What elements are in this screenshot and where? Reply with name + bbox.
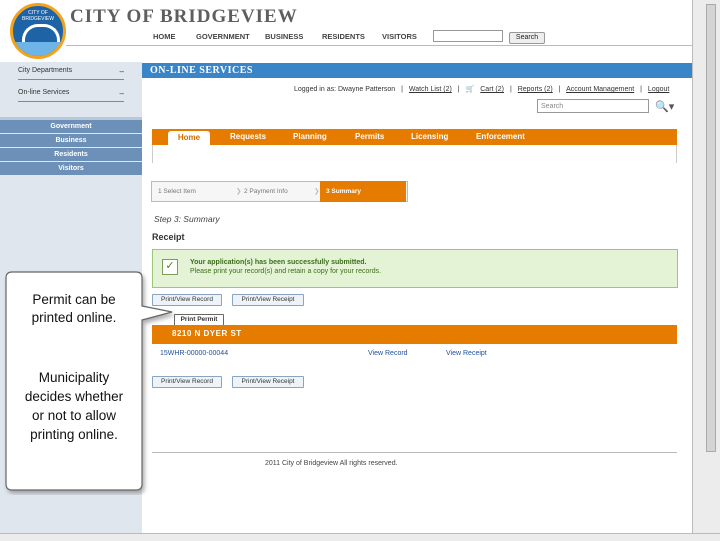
online-services-dropdown[interactable]: On-line Services –	[18, 89, 124, 102]
step-heading: Step 3: Summary	[154, 214, 220, 224]
tab-enforcement[interactable]: Enforcement	[476, 129, 525, 145]
nav-government[interactable]: GOVERNMENT	[196, 32, 250, 41]
tab-licensing[interactable]: Licensing	[411, 129, 448, 145]
footer-copyright: 2011 City of Bridgeview All rights reser…	[265, 460, 398, 467]
scrollbar-thumb[interactable]	[706, 4, 716, 452]
print-view-receipt-button[interactable]: Print/View Receipt	[232, 294, 304, 306]
logout-link[interactable]: Logout	[648, 86, 669, 93]
content-border-right	[676, 145, 677, 163]
cart-link[interactable]: Cart (2)	[480, 86, 504, 93]
record-address: 8210 N DYER ST	[172, 329, 242, 338]
reports-link[interactable]: Reports (2)	[518, 86, 553, 93]
seal-lettering: CITY OF BRIDGEVIEW	[22, 10, 54, 22]
online-services-title: ON-LINE SERVICES	[150, 65, 253, 76]
footer-divider	[152, 452, 677, 453]
step-arrow: ❯	[236, 188, 242, 195]
view-record-link[interactable]: View Record	[368, 350, 408, 357]
nav-home[interactable]: HOME	[153, 32, 176, 41]
sidebar-item-visitors[interactable]: Visitors	[0, 162, 142, 176]
user-bar: Logged in as: Dwayne Patterson | Watch L…	[294, 86, 670, 93]
success-message-detail: Please print your record(s) and retain a…	[190, 268, 382, 275]
top-navigation: HOME GOVERNMENT BUSINESS RESIDENTS VISIT…	[68, 32, 692, 44]
step-arrow: ❯	[314, 188, 320, 195]
step-summary: 3 Summary	[320, 181, 406, 202]
tab-permits[interactable]: Permits	[355, 129, 384, 145]
receipt-heading: Receipt	[152, 232, 185, 242]
header-search-button[interactable]: Search	[509, 32, 545, 44]
services-tab-bar: Requests Planning Permits Licensing Enfo…	[152, 129, 677, 145]
sidebar-item-residents[interactable]: Residents	[0, 148, 142, 162]
nav-divider	[66, 45, 692, 46]
callout-text-municipality: Municipality decides whether or not to a…	[24, 370, 124, 442]
tab-home[interactable]: Home	[168, 131, 210, 145]
success-message-title: Your application(s) has been successfull…	[190, 259, 367, 266]
city-departments-dropdown[interactable]: City Departments –	[18, 67, 124, 80]
nav-residents[interactable]: RESIDENTS	[322, 32, 365, 41]
dropdown-label: On-line Services	[18, 89, 70, 96]
city-title: CITY OF BRIDGEVIEW	[70, 6, 298, 27]
sidebar-item-government[interactable]: Government	[0, 120, 142, 134]
step-select-item: 1 Select Item	[158, 188, 196, 195]
header-search-input[interactable]	[433, 30, 503, 42]
nav-business[interactable]: BUSINESS	[265, 32, 303, 41]
search-icon[interactable]: 🔍▾	[655, 100, 674, 113]
print-view-receipt-button-2[interactable]: Print/View Receipt	[232, 376, 304, 388]
sidebar-item-business[interactable]: Business	[0, 134, 142, 148]
callout-text-permit: Permit can be printed online.	[31, 292, 117, 325]
tab-planning[interactable]: Planning	[293, 129, 327, 145]
view-receipt-link[interactable]: View Receipt	[446, 350, 487, 357]
water-icon	[13, 42, 63, 56]
step-payment-info: 2 Payment Info	[244, 188, 288, 195]
dropdown-label: City Departments	[18, 67, 73, 74]
city-seal-logo[interactable]: CITY OF BRIDGEVIEW	[10, 3, 66, 59]
logged-in-label: Logged in as: Dwayne Patterson	[294, 86, 396, 93]
services-search-input[interactable]: Search	[537, 99, 649, 113]
collapse-icon[interactable]: –	[120, 89, 124, 98]
account-management-link[interactable]: Account Management	[566, 86, 634, 93]
nav-visitors[interactable]: VISITORS	[382, 32, 417, 41]
tab-requests[interactable]: Requests	[230, 129, 266, 145]
collapse-icon[interactable]: –	[120, 67, 124, 76]
cart-icon: 🛒	[465, 86, 475, 93]
watch-list-link[interactable]: Watch List (2)	[409, 86, 452, 93]
content-border-left	[152, 145, 153, 163]
